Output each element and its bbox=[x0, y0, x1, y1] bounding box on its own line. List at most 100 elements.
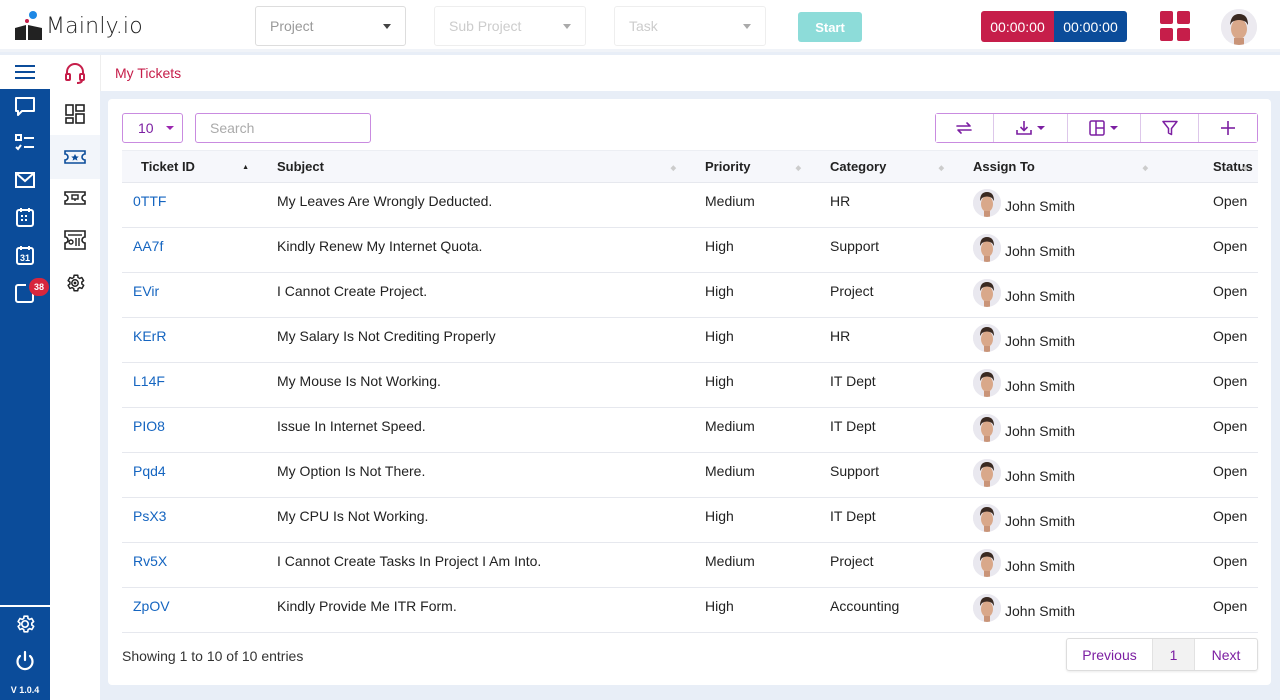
previous-page-button[interactable]: Previous bbox=[1067, 639, 1153, 670]
ticket-category: IT Dept bbox=[811, 362, 954, 408]
subproject-select[interactable]: Sub Project bbox=[434, 6, 586, 46]
ticket-subject: My Mouse Is Not Working. bbox=[259, 362, 686, 408]
tickets-card: 10 Ticket ID▲ Subject◆ Pri bbox=[108, 99, 1271, 685]
table-row[interactable]: AA7f Kindly Renew My Internet Quota. Hig… bbox=[122, 227, 1258, 273]
table-row[interactable]: ZpOV Kindly Provide Me ITR Form. High Ac… bbox=[122, 587, 1258, 633]
user-avatar[interactable] bbox=[1221, 9, 1257, 45]
apps-grid-icon[interactable] bbox=[1160, 11, 1190, 41]
ticket-assignee: John Smith bbox=[954, 587, 1158, 633]
checklist-icon[interactable] bbox=[13, 131, 37, 155]
ticket-status: Open bbox=[1158, 407, 1258, 453]
add-ticket-button[interactable] bbox=[1199, 114, 1257, 142]
ticket-id-link[interactable]: PIO8 bbox=[122, 407, 259, 453]
ticket-category: Support bbox=[811, 227, 954, 273]
headset-icon[interactable] bbox=[63, 61, 87, 85]
ticket-subject: I Cannot Create Tasks In Project I Am In… bbox=[259, 542, 686, 588]
power-icon[interactable] bbox=[13, 649, 37, 673]
ticket-assignee: John Smith bbox=[954, 182, 1158, 228]
mail-icon[interactable] bbox=[13, 168, 37, 192]
ticket-id-link[interactable]: Rv5X bbox=[122, 542, 259, 588]
timer-secondary: 00:00:00 bbox=[1054, 11, 1127, 42]
ticket-category: HR bbox=[811, 182, 954, 228]
columns-icon bbox=[1089, 120, 1106, 136]
logo[interactable]: Mainly.io bbox=[14, 10, 143, 42]
refresh-button[interactable] bbox=[936, 114, 994, 142]
ticket-assignee: John Smith bbox=[954, 227, 1158, 273]
download-icon bbox=[1015, 121, 1032, 135]
ticket-status: Open bbox=[1158, 542, 1258, 588]
chevron-down-icon bbox=[1110, 126, 1119, 130]
column-header-status[interactable]: Status ◆ bbox=[1158, 150, 1258, 183]
ticket-report-icon[interactable] bbox=[63, 228, 87, 252]
ticket-id-link[interactable]: PsX3 bbox=[122, 497, 259, 543]
dashboard-icon[interactable] bbox=[63, 102, 87, 126]
table-row[interactable]: Pqd4 My Option Is Not There. Medium Supp… bbox=[122, 452, 1258, 498]
sort-icon: ◆ bbox=[1242, 165, 1248, 172]
table-row[interactable]: PsX3 My CPU Is Not Working. High IT Dept… bbox=[122, 497, 1258, 543]
sort-icon: ◆ bbox=[670, 165, 676, 172]
ticket-id-link[interactable]: Pqd4 bbox=[122, 452, 259, 498]
gear-icon[interactable] bbox=[63, 271, 87, 295]
ticket-category: IT Dept bbox=[811, 497, 954, 543]
breadcrumb[interactable]: My Tickets bbox=[115, 65, 181, 81]
column-header-subject[interactable]: Subject ◆ bbox=[259, 150, 686, 183]
chevron-down-icon bbox=[383, 23, 391, 29]
column-header-ticket-id[interactable]: Ticket ID ▲ bbox=[122, 150, 259, 183]
project-select[interactable]: Project bbox=[255, 6, 406, 46]
assignee-avatar bbox=[973, 234, 1001, 262]
search-input[interactable] bbox=[195, 113, 371, 143]
ticket-id-link[interactable]: KErR bbox=[122, 317, 259, 363]
ticket-icon[interactable] bbox=[63, 186, 87, 210]
columns-button[interactable] bbox=[1067, 114, 1142, 142]
table-row[interactable]: KErR My Salary Is Not Crediting Properly… bbox=[122, 317, 1258, 363]
top-header: Mainly.io Project Sub Project Task Start… bbox=[0, 0, 1280, 52]
subproject-select-label: Sub Project bbox=[449, 18, 522, 34]
menu-toggle[interactable] bbox=[0, 55, 50, 89]
column-header-assign-to[interactable]: Assign To ◆ bbox=[954, 150, 1158, 183]
settings-icon[interactable] bbox=[13, 612, 37, 636]
calendar-31-icon[interactable]: 31 bbox=[13, 243, 37, 267]
download-button[interactable] bbox=[993, 114, 1068, 142]
ticket-priority: High bbox=[686, 362, 811, 408]
assignee-name: John Smith bbox=[1005, 513, 1076, 529]
ticket-status: Open bbox=[1158, 587, 1258, 633]
calendar-icon[interactable] bbox=[13, 205, 37, 229]
ticket-assignee: John Smith bbox=[954, 407, 1158, 453]
ticket-assignee: John Smith bbox=[954, 452, 1158, 498]
start-button[interactable]: Start bbox=[798, 12, 862, 42]
chat-icon[interactable] bbox=[13, 95, 37, 119]
ticket-assignee: John Smith bbox=[954, 362, 1158, 408]
assignee-name: John Smith bbox=[1005, 198, 1076, 214]
filter-button[interactable] bbox=[1141, 114, 1200, 142]
page-length-select[interactable]: 10 bbox=[122, 113, 183, 143]
ticket-id-link[interactable]: AA7f bbox=[122, 227, 259, 273]
task-select[interactable]: Task bbox=[614, 6, 766, 46]
column-label: Category bbox=[830, 159, 887, 174]
ticket-category: Project bbox=[811, 272, 954, 318]
assignee-avatar bbox=[973, 594, 1001, 622]
table-row[interactable]: PIO8 Issue In Internet Speed. Medium IT … bbox=[122, 407, 1258, 453]
ticket-id-link[interactable]: ZpOV bbox=[122, 587, 259, 633]
menu-icon bbox=[15, 65, 35, 79]
ticket-id-link[interactable]: 0TTF bbox=[122, 182, 259, 228]
column-header-priority[interactable]: Priority ◆ bbox=[686, 150, 811, 183]
page-1-button[interactable]: 1 bbox=[1153, 639, 1195, 670]
next-page-button[interactable]: Next bbox=[1195, 639, 1257, 670]
sort-icon: ◆ bbox=[1142, 165, 1148, 172]
assignee-name: John Smith bbox=[1005, 468, 1076, 484]
ticket-star-icon[interactable] bbox=[63, 145, 87, 169]
assignee-name: John Smith bbox=[1005, 333, 1076, 349]
ticket-subject: Kindly Provide Me ITR Form. bbox=[259, 587, 686, 633]
ticket-assignee: John Smith bbox=[954, 272, 1158, 318]
column-header-category[interactable]: Category ◆ bbox=[811, 150, 954, 183]
table-row[interactable]: 0TTF My Leaves Are Wrongly Deducted. Med… bbox=[122, 182, 1258, 228]
ticket-subject: My CPU Is Not Working. bbox=[259, 497, 686, 543]
timer-primary: 00:00:00 bbox=[981, 11, 1054, 42]
assignee-name: John Smith bbox=[1005, 288, 1076, 304]
ticket-id-link[interactable]: EVir bbox=[122, 272, 259, 318]
ticket-id-link[interactable]: L14F bbox=[122, 362, 259, 408]
table-row[interactable]: EVir I Cannot Create Project. High Proje… bbox=[122, 272, 1258, 318]
table-row[interactable]: L14F My Mouse Is Not Working. High IT De… bbox=[122, 362, 1258, 408]
project-select-label: Project bbox=[270, 18, 314, 34]
table-row[interactable]: Rv5X I Cannot Create Tasks In Project I … bbox=[122, 542, 1258, 588]
